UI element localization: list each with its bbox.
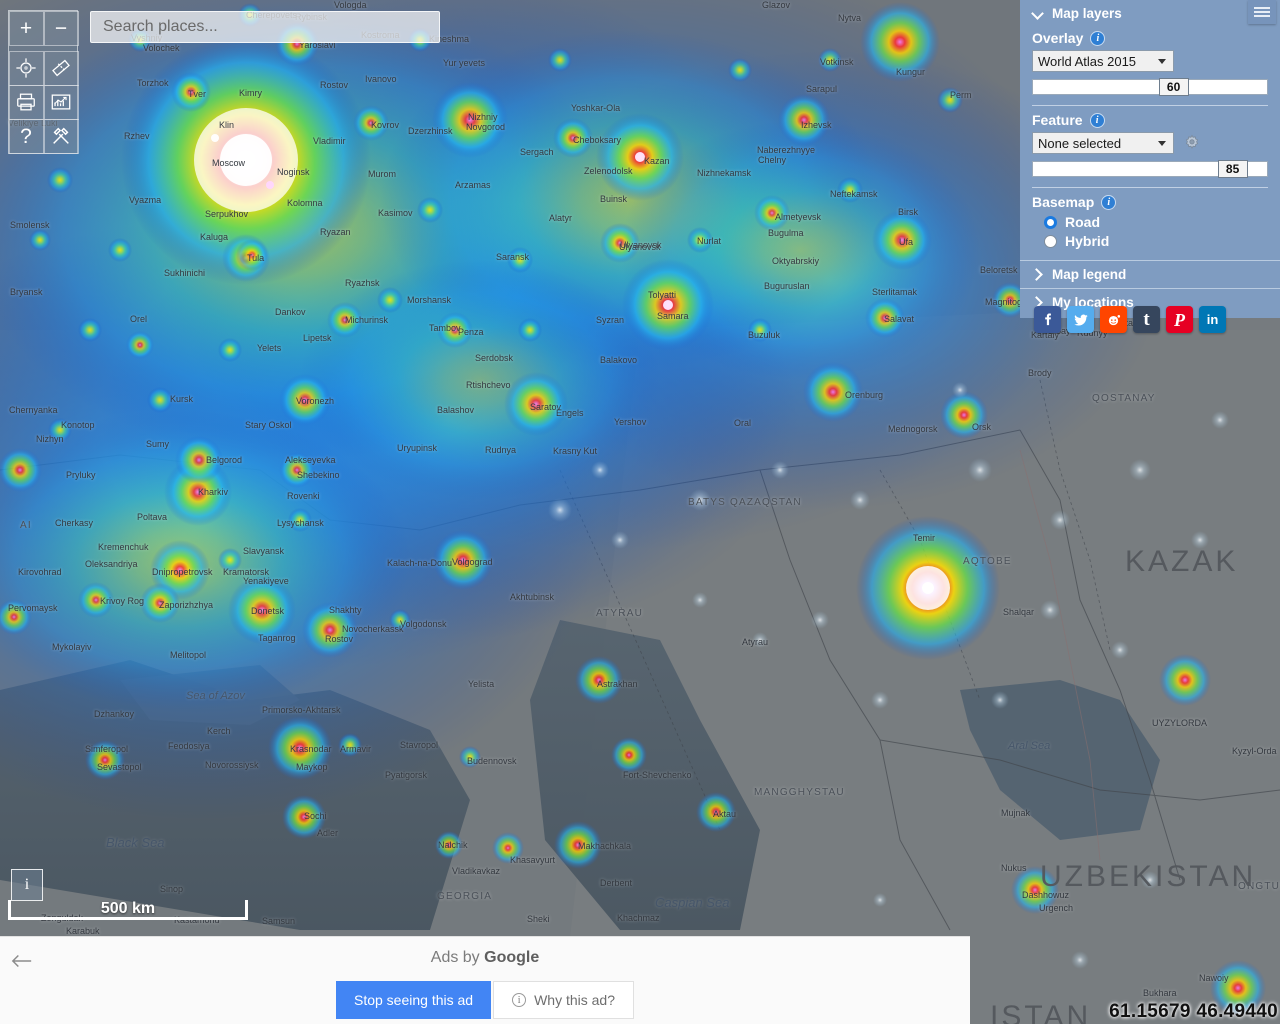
pinterest-icon: P xyxy=(1174,309,1185,330)
why-this-ad-label: Why this ad? xyxy=(534,992,616,1008)
pinterest-share-button[interactable]: P xyxy=(1166,306,1193,333)
basemap-label: Basemap xyxy=(1032,194,1095,210)
menu-button[interactable] xyxy=(1248,0,1276,24)
printer-icon xyxy=(17,93,35,111)
google-ad-bar: Ads by Google Stop seeing this ad i Why … xyxy=(0,936,970,1024)
hamburger-icon xyxy=(1254,5,1270,19)
tumblr-icon: t xyxy=(1143,309,1150,330)
feature-select[interactable]: None selected xyxy=(1032,132,1174,154)
radio-icon[interactable] xyxy=(1044,234,1057,248)
panel-divider xyxy=(1032,105,1268,106)
overlay-opacity-slider[interactable]: 60 xyxy=(1032,78,1268,96)
zoom-out-button[interactable]: − xyxy=(43,10,79,46)
chevron-down-icon xyxy=(1032,8,1043,19)
basemap-option-hybrid[interactable]: Hybrid xyxy=(1044,233,1268,249)
chart-button[interactable] xyxy=(43,84,79,120)
radio-icon[interactable] xyxy=(1044,215,1057,229)
crosshair-icon xyxy=(16,58,36,78)
info-button[interactable]: i xyxy=(11,869,43,901)
ruler-icon xyxy=(52,59,70,77)
twitter-share-button[interactable] xyxy=(1067,306,1094,333)
tools-button[interactable] xyxy=(43,118,79,154)
chevron-down-icon xyxy=(1158,59,1166,64)
feature-label-row: Feature i xyxy=(1032,112,1268,128)
stop-seeing-this-ad-button[interactable]: Stop seeing this ad xyxy=(335,981,492,1019)
facebook-icon xyxy=(1045,313,1051,326)
overlay-slider-handle[interactable]: 60 xyxy=(1158,78,1189,96)
map-legend-header[interactable]: Map legend xyxy=(1020,261,1280,288)
feature-select-row: None selected xyxy=(1032,132,1268,154)
chevron-right-icon xyxy=(1032,269,1043,280)
facebook-share-button[interactable] xyxy=(1034,306,1061,333)
search-box[interactable] xyxy=(90,11,440,43)
linkedin-icon: in xyxy=(1206,312,1219,327)
panel-divider xyxy=(1032,187,1268,188)
overlay-select-row: World Atlas 2015 xyxy=(1032,50,1268,72)
tumblr-share-button[interactable]: t xyxy=(1133,306,1160,333)
linkedin-share-button[interactable]: in xyxy=(1199,306,1226,333)
help-button[interactable]: ? xyxy=(8,118,44,154)
wrench-screwdriver-icon xyxy=(53,127,69,144)
info-icon: i xyxy=(512,993,527,1007)
basemap-option-road[interactable]: Road xyxy=(1044,214,1268,230)
locate-button[interactable] xyxy=(8,50,44,86)
feature-selected-value: None selected xyxy=(1038,135,1122,151)
map-layers-panel: Map layers Overlay i World Atlas 2015 60 xyxy=(1020,0,1280,318)
question-mark-icon: ? xyxy=(20,124,32,148)
feature-slider-handle[interactable]: 85 xyxy=(1217,160,1248,178)
feature-label: Feature xyxy=(1032,112,1083,128)
print-button[interactable] xyxy=(8,84,44,120)
ads-by-prefix: Ads by xyxy=(430,949,485,966)
overlay-select[interactable]: World Atlas 2015 xyxy=(1032,50,1174,72)
map-layers-title: Map layers xyxy=(1052,6,1122,21)
map-legend-title: Map legend xyxy=(1052,267,1127,282)
feature-info-icon[interactable]: i xyxy=(1089,112,1105,128)
coordinate-readout: 61.15679 46.49440 xyxy=(1109,1001,1278,1022)
map-layers-body: Overlay i World Atlas 2015 60 Feature i xyxy=(1020,30,1280,260)
overlay-opacity-value: 60 xyxy=(1166,80,1181,94)
chart-icon xyxy=(51,94,71,110)
basemap-road-label: Road xyxy=(1065,214,1100,230)
ad-action-buttons: Stop seeing this ad i Why this ad? xyxy=(0,981,970,1019)
feature-opacity-slider[interactable]: 85 xyxy=(1032,160,1268,178)
basemap-hybrid-label: Hybrid xyxy=(1065,233,1110,249)
search-input[interactable] xyxy=(101,17,429,37)
overlay-selected-value: World Atlas 2015 xyxy=(1038,53,1137,69)
why-this-ad-button[interactable]: i Why this ad? xyxy=(493,981,635,1019)
zoom-in-button[interactable]: + xyxy=(8,10,44,46)
google-brand: Google xyxy=(484,949,540,966)
measure-button[interactable] xyxy=(43,50,79,86)
overlay-label: Overlay xyxy=(1032,30,1084,46)
map-layers-header[interactable]: Map layers xyxy=(1020,0,1280,27)
reddit-share-button[interactable] xyxy=(1100,306,1127,333)
plus-icon: + xyxy=(19,16,33,40)
twitter-bird-icon xyxy=(1073,314,1088,326)
overlay-label-row: Overlay i xyxy=(1032,30,1268,46)
reddit-alien-icon xyxy=(1108,315,1121,326)
ads-by-google-label: Ads by Google xyxy=(0,949,970,967)
info-icon: i xyxy=(24,876,30,893)
map-toolbar: + − ? xyxy=(8,10,79,154)
gear-icon[interactable] xyxy=(1182,133,1202,153)
overlay-slider-track[interactable] xyxy=(1032,79,1268,95)
minus-icon: − xyxy=(54,16,68,40)
basemap-info-icon[interactable]: i xyxy=(1101,194,1117,210)
chevron-down-icon xyxy=(1158,141,1166,146)
light-pollution-map-app: Moscow Noginsk Vladimir Kovrov Dzerzhinsk Niz… xyxy=(0,0,1280,1024)
basemap-label-row: Basemap i xyxy=(1032,194,1268,210)
feature-opacity-value: 85 xyxy=(1225,162,1240,176)
overlay-info-icon[interactable]: i xyxy=(1090,30,1106,46)
social-share-row: t P in xyxy=(1020,300,1280,341)
